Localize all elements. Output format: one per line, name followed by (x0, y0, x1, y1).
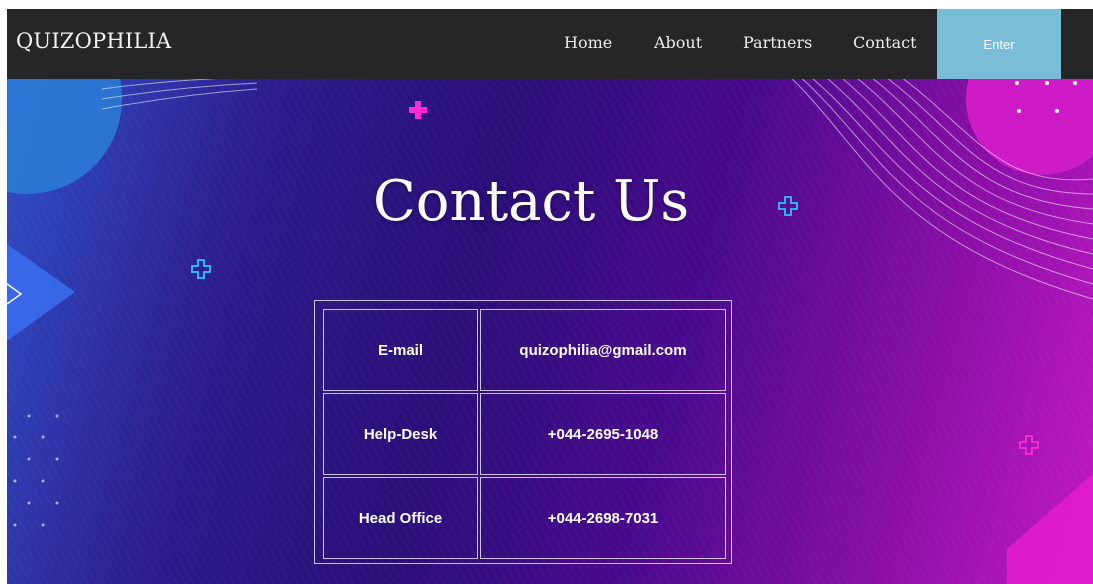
brand-logo[interactable]: QUIZOPHILIA (16, 29, 171, 53)
navbar: QUIZOPHILIA Home About Partners Contact … (7, 9, 1093, 79)
nav-link-contact[interactable]: Contact (853, 33, 917, 52)
page-frame: QUIZOPHILIA Home About Partners Contact … (7, 9, 1093, 584)
nav-link-home[interactable]: Home (564, 33, 612, 52)
nav-link-partners[interactable]: Partners (743, 33, 812, 52)
page-title: Contact Us (372, 169, 690, 234)
contact-label-head-office: Head Office (323, 477, 478, 559)
contact-value-helpdesk: +044-2695-1048 (480, 393, 726, 475)
nav-link-about[interactable]: About (654, 33, 702, 52)
plus-icon (409, 101, 427, 119)
triangle-shape (1007, 474, 1093, 584)
hero-section: Contact Us E-mail quizophilia@gmail.com … (7, 79, 1093, 584)
contact-label-email: E-mail (323, 309, 478, 391)
table-row: Help-Desk +044-2695-1048 (323, 393, 726, 475)
plus-outline-icon (191, 259, 211, 279)
dot-grid (13, 414, 59, 527)
wave-lines (101, 79, 258, 110)
contact-value-head-office: +044-2698-7031 (480, 477, 726, 559)
plus-outline-icon (1019, 435, 1039, 455)
triangle-shape (7, 244, 75, 341)
table-row: Head Office +044-2698-7031 (323, 477, 726, 559)
contact-table-frame: E-mail quizophilia@gmail.com Help-Desk +… (314, 300, 732, 564)
table-row: E-mail quizophilia@gmail.com (323, 309, 726, 391)
contact-table: E-mail quizophilia@gmail.com Help-Desk +… (321, 307, 728, 561)
contact-label-helpdesk: Help-Desk (323, 393, 478, 475)
enter-button[interactable]: Enter (937, 9, 1061, 79)
circle-shape (966, 79, 1093, 175)
contact-value-email: quizophilia@gmail.com (480, 309, 726, 391)
